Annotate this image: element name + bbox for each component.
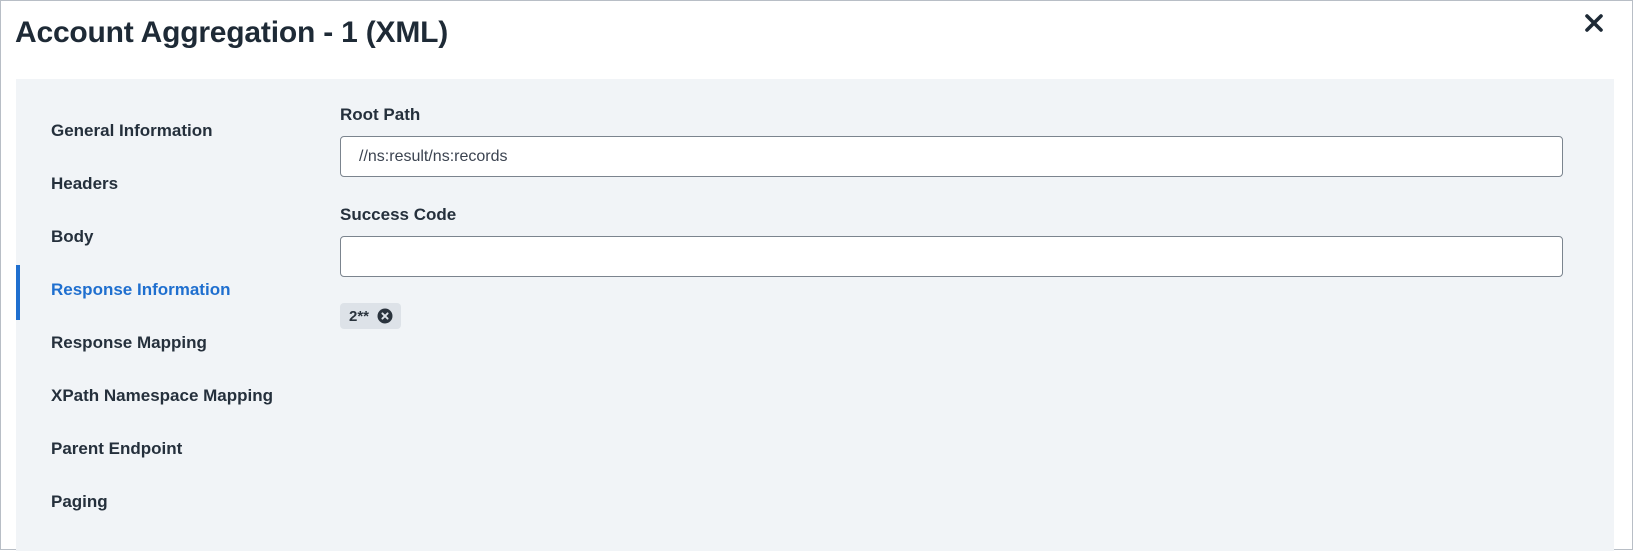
dialog-title: Account Aggregation - 1 (XML) [15, 16, 449, 49]
dialog: Account Aggregation - 1 (XML) General In… [0, 0, 1633, 551]
remove-circle-icon [377, 308, 393, 324]
response-information-form: Root Path Success Code 2** [16, 79, 1614, 551]
close-icon [1585, 14, 1603, 32]
success-code-tag: 2** [340, 303, 402, 329]
success-code-input[interactable] [340, 236, 1563, 277]
close-button[interactable] [1578, 7, 1610, 39]
remove-tag-button[interactable] [377, 308, 393, 324]
root-path-input[interactable] [340, 136, 1563, 177]
root-path-label: Root Path [340, 105, 421, 124]
dialog-header: Account Aggregation - 1 (XML) [1, 1, 1632, 79]
tag-label: 2** [349, 307, 370, 325]
dialog-body: General Information Headers Body Respons… [16, 79, 1614, 551]
success-code-label: Success Code [340, 205, 457, 224]
